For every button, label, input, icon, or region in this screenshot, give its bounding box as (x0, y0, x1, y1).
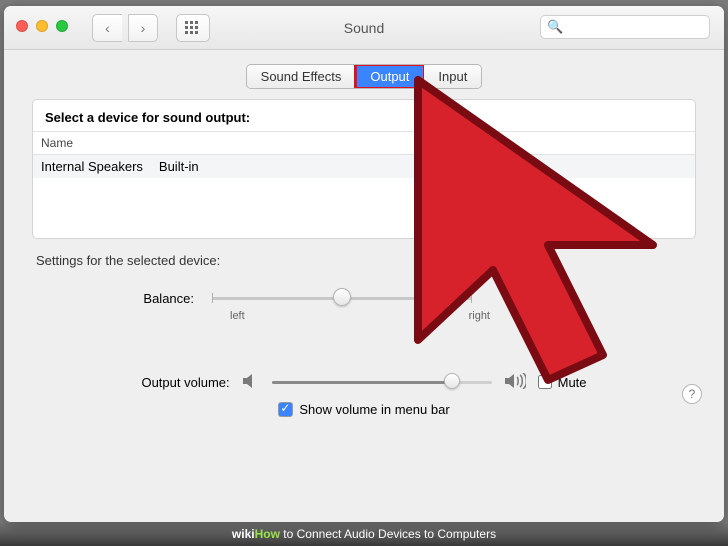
tab-output[interactable]: Output (356, 65, 424, 88)
balance-thumb[interactable] (333, 288, 351, 306)
column-type: Type (417, 132, 695, 154)
device-row[interactable]: Internal Speakers Built-in (33, 155, 695, 178)
device-type: Built-in (151, 155, 207, 178)
tab-sound-effects[interactable]: Sound Effects (247, 65, 357, 88)
volume-thumb[interactable] (444, 373, 460, 389)
caption-brand-how: How (255, 527, 280, 541)
tab-bar: Sound Effects Output Input (32, 64, 696, 89)
speaker-high-icon (504, 373, 526, 392)
mute-input[interactable] (538, 375, 552, 389)
titlebar: ‹ › Sound 🔍 (4, 6, 724, 50)
caption-text: to Connect Audio Devices to Computers (280, 527, 496, 541)
speaker-low-icon (242, 373, 260, 392)
search-field[interactable]: 🔍 (540, 15, 710, 39)
help-button[interactable]: ? (682, 384, 702, 404)
settings-label: Settings for the selected device: (32, 253, 696, 268)
balance-slider[interactable] (212, 288, 472, 308)
caption-bar: wikiHow to Connect Audio Devices to Comp… (0, 522, 728, 546)
panel-heading: Select a device for sound output: (33, 100, 695, 131)
device-list-empty-area (33, 178, 695, 238)
balance-right-label: right (469, 310, 490, 322)
tick-right (471, 293, 472, 303)
tab-input[interactable]: Input (424, 65, 481, 88)
search-input[interactable] (567, 20, 703, 35)
tick-left (212, 293, 213, 303)
mute-checkbox[interactable]: Mute (538, 375, 587, 390)
mute-label: Mute (558, 375, 587, 390)
device-name: Internal Speakers (33, 155, 151, 178)
balance-label: Balance: (32, 291, 212, 306)
balance-left-label: left (230, 310, 245, 322)
output-device-panel: Select a device for sound output: Name T… (32, 99, 696, 239)
search-icon: 🔍 (547, 19, 563, 35)
show-volume-menubar-label: Show volume in menu bar (299, 402, 449, 417)
caption-brand: wiki (232, 527, 255, 541)
preferences-window: ‹ › Sound 🔍 Sound Effects Output Input S… (4, 6, 724, 522)
device-list-header: Name Type (33, 131, 695, 155)
column-name: Name (33, 132, 417, 154)
show-volume-menubar-checkbox[interactable] (278, 402, 293, 417)
output-volume-slider[interactable] (272, 372, 492, 392)
output-volume-label: Output volume: (141, 375, 229, 390)
